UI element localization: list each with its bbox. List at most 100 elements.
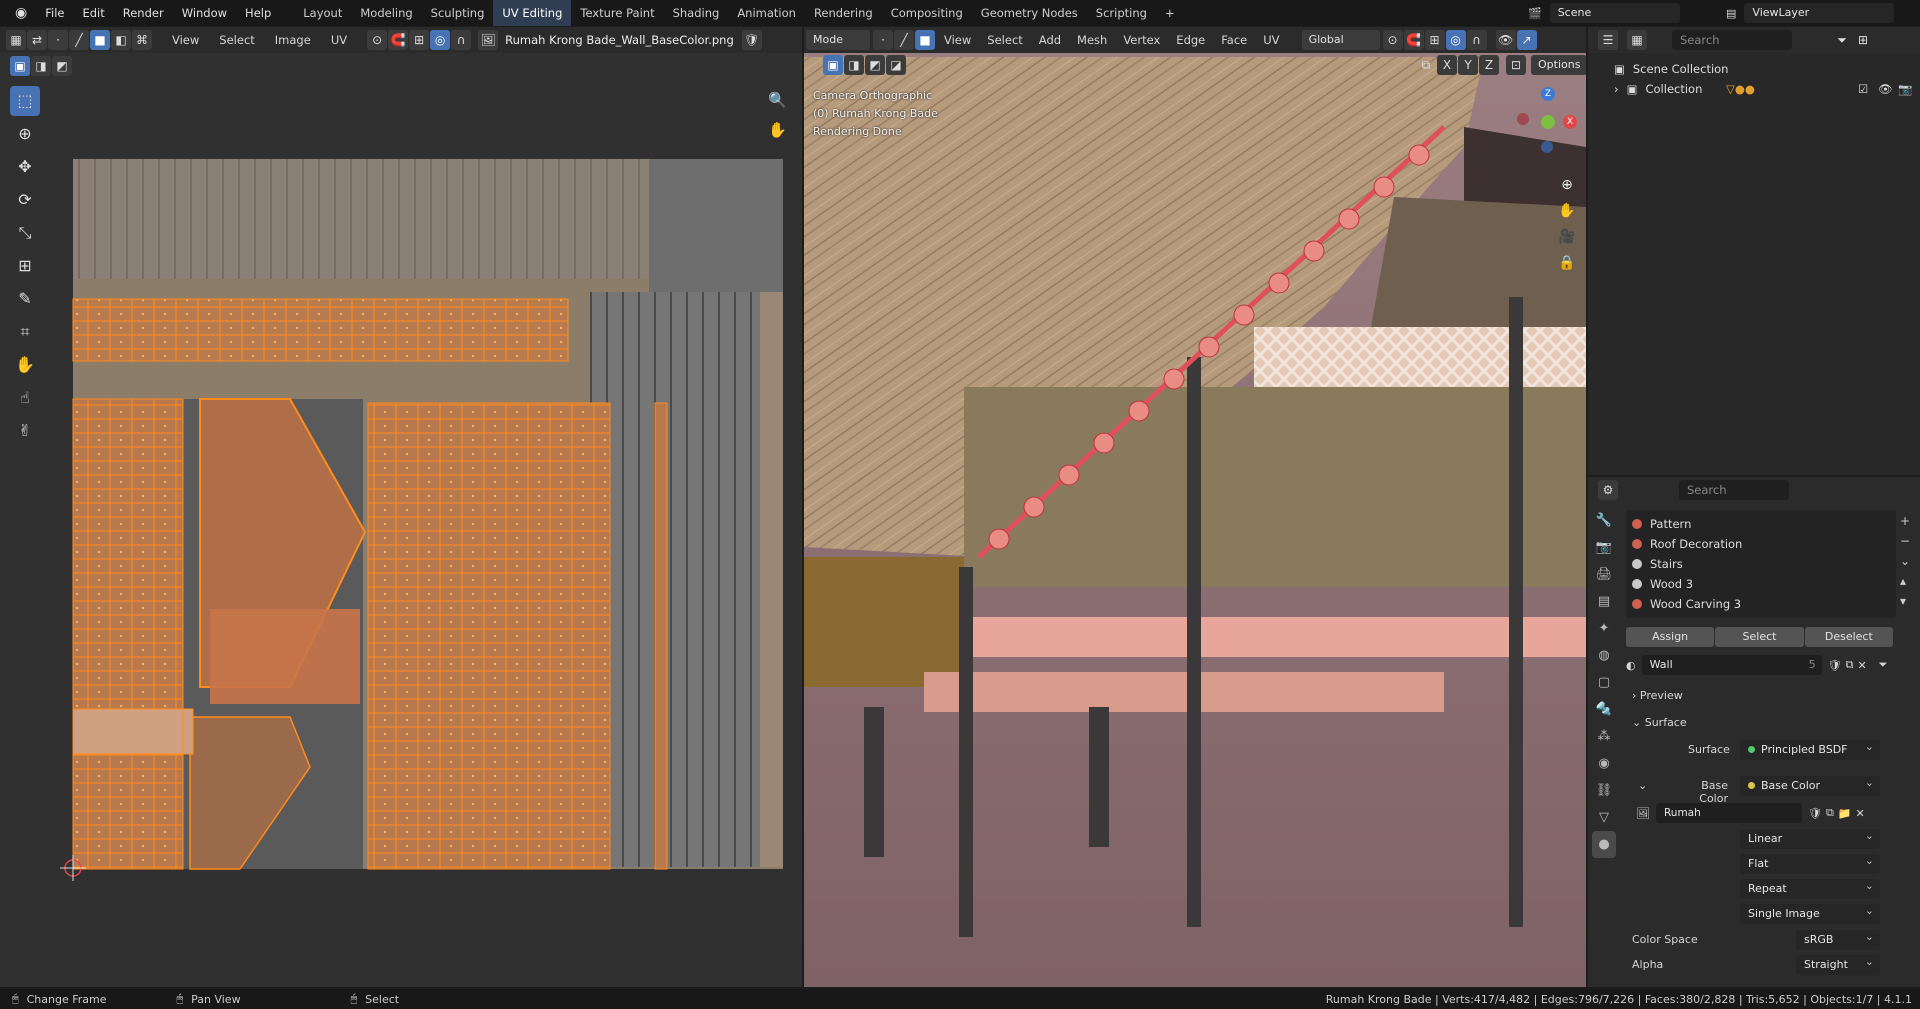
- uv-canvas[interactable]: [0, 27, 802, 987]
- mesh-options-icon[interactable]: ⊡: [1506, 55, 1526, 75]
- vp-menu-mesh[interactable]: Mesh: [1069, 33, 1115, 47]
- vp-lock-icon[interactable]: 🔒: [1556, 250, 1578, 276]
- outliner-type-icon[interactable]: ☰: [1598, 30, 1618, 50]
- texture-duplicate-icon[interactable]: ⧉: [1826, 806, 1834, 820]
- vp-select-subtract-icon[interactable]: ◩: [865, 55, 885, 75]
- base-color-chevron-icon[interactable]: ⌄: [1638, 779, 1647, 792]
- tab-texture-paint[interactable]: Texture Paint: [571, 0, 663, 26]
- remove-slot-icon[interactable]: −: [1900, 531, 1910, 551]
- tab-compositing[interactable]: Compositing: [882, 0, 972, 26]
- texture-name-field[interactable]: Rumah Kron...BaseColor.png: [1655, 803, 1802, 823]
- tab-animation[interactable]: Animation: [728, 0, 805, 26]
- new-collection-icon[interactable]: ⊞: [1853, 30, 1873, 50]
- vp-proportional-icon[interactable]: ◎: [1445, 30, 1466, 50]
- display-mode-icon[interactable]: ▦: [1627, 30, 1647, 50]
- assign-button[interactable]: Assign: [1626, 627, 1715, 647]
- surface-shader-field[interactable]: Principled BSDF: [1740, 737, 1880, 760]
- material-unlink-icon[interactable]: ✕: [1857, 659, 1866, 672]
- tab-rendering[interactable]: Rendering: [805, 0, 882, 26]
- data-tab-icon[interactable]: ▽: [1592, 804, 1616, 831]
- slot-specials-icon[interactable]: ⌄: [1900, 551, 1910, 571]
- alpha-dropdown[interactable]: Straight: [1796, 952, 1880, 975]
- preview-panel-header[interactable]: › Preview: [1632, 689, 1683, 702]
- vp-snap-icon[interactable]: 🧲: [1403, 30, 1424, 50]
- base-color-field[interactable]: Base Color: [1740, 773, 1880, 796]
- vp-select-extend-icon[interactable]: ◨: [844, 55, 864, 75]
- gizmo-neg-x-icon[interactable]: [1517, 113, 1529, 125]
- gizmo-neg-z-icon[interactable]: [1541, 141, 1553, 153]
- interpolation-dropdown[interactable]: Linear: [1740, 826, 1880, 849]
- vp-menu-vertex[interactable]: Vertex: [1115, 33, 1168, 47]
- material-slot-list[interactable]: Pattern Roof Decoration Stairs Wood 3 Wo…: [1626, 510, 1896, 618]
- vp-falloff-icon[interactable]: ∩: [1466, 30, 1487, 50]
- render-tab-icon[interactable]: 📷: [1592, 534, 1616, 561]
- view-layer-selector[interactable]: ▤ ViewLayer: [1726, 3, 1895, 23]
- image-browse-icon[interactable]: 🖼: [1636, 807, 1650, 820]
- material-slot-stairs[interactable]: Stairs: [1626, 554, 1896, 574]
- texture-fake-user-icon[interactable]: 🛡: [1808, 807, 1822, 820]
- menu-help[interactable]: Help: [236, 6, 280, 20]
- extension-dropdown[interactable]: Repeat: [1740, 876, 1880, 899]
- vp-menu-uv[interactable]: UV: [1255, 33, 1287, 47]
- source-dropdown[interactable]: Single Image: [1740, 901, 1880, 924]
- vp-menu-face[interactable]: Face: [1213, 33, 1255, 47]
- particles-tab-icon[interactable]: ⁂: [1592, 723, 1616, 750]
- outliner-scene-collection[interactable]: ▣ Scene Collection: [1588, 59, 1920, 79]
- tab-sculpting[interactable]: Sculpting: [422, 0, 494, 26]
- properties-type-icon[interactable]: ⚙: [1598, 480, 1618, 500]
- tab-layout[interactable]: Layout: [294, 0, 351, 26]
- vp-select-new-icon[interactable]: ▣: [823, 55, 843, 75]
- select-button[interactable]: Select: [1715, 627, 1804, 647]
- add-slot-icon[interactable]: +: [1900, 511, 1910, 531]
- material-slot-pattern[interactable]: Pattern: [1626, 514, 1896, 534]
- material-slot-roof-decoration[interactable]: Roof Decoration: [1626, 534, 1896, 554]
- add-workspace-button[interactable]: +: [1156, 0, 1184, 26]
- outliner-search[interactable]: Search: [1672, 30, 1792, 50]
- vp-snap-target-icon[interactable]: ⊞: [1424, 30, 1445, 50]
- scene-field[interactable]: Scene: [1549, 3, 1680, 23]
- vp-menu-view[interactable]: View: [936, 33, 979, 47]
- axis-x-button[interactable]: X: [1437, 55, 1457, 75]
- vp-menu-add[interactable]: Add: [1031, 33, 1069, 47]
- face-mode-icon[interactable]: ■: [915, 30, 935, 50]
- menu-window[interactable]: Window: [173, 6, 236, 20]
- texture-open-icon[interactable]: 📁: [1838, 807, 1852, 820]
- expand-chevron-icon[interactable]: ›: [1614, 82, 1619, 96]
- vp-zoom-icon[interactable]: ⊕: [1556, 172, 1578, 198]
- tab-uv-editing[interactable]: UV Editing: [493, 0, 572, 26]
- move-slot-up-icon[interactable]: ▴: [1900, 571, 1910, 591]
- object-tab-icon[interactable]: ▢: [1592, 669, 1616, 696]
- blender-logo-icon[interactable]: ◉: [6, 5, 36, 21]
- material-slot-wood-3[interactable]: Wood 3: [1626, 574, 1896, 594]
- collection-visibility-icon[interactable]: 👁: [1878, 82, 1893, 96]
- gizmo-toggle-icon[interactable]: ↗: [1516, 30, 1537, 50]
- material-filter-icon[interactable]: ⏷: [1879, 658, 1888, 672]
- move-slot-down-icon[interactable]: ▾: [1900, 591, 1910, 611]
- outliner-collection[interactable]: › ▣ Collection ▽●● ☑ 👁 📷: [1588, 79, 1920, 99]
- constraints-tab-icon[interactable]: ⛓: [1592, 777, 1616, 804]
- menu-file[interactable]: File: [36, 6, 73, 20]
- visibility-icon[interactable]: 👁: [1495, 30, 1516, 50]
- properties-search[interactable]: Search: [1679, 480, 1789, 500]
- physics-tab-icon[interactable]: ◉: [1592, 750, 1616, 777]
- material-slot-wood-carving-3[interactable]: Wood Carving 3: [1626, 594, 1896, 614]
- material-name-field[interactable]: Wall 5: [1641, 655, 1822, 675]
- edge-mode-icon[interactable]: ╱: [894, 30, 914, 50]
- menu-edit[interactable]: Edit: [73, 6, 113, 20]
- vp-menu-edge[interactable]: Edge: [1168, 33, 1213, 47]
- tool-tab-icon[interactable]: 🔧: [1592, 507, 1616, 534]
- collection-checkbox-icon[interactable]: ☑: [1858, 82, 1868, 96]
- vp-pan-icon[interactable]: ✋: [1556, 198, 1578, 224]
- surface-panel-header[interactable]: ⌄ Surface: [1632, 716, 1687, 729]
- tab-shading[interactable]: Shading: [664, 0, 729, 26]
- collection-render-icon[interactable]: 📷: [1898, 82, 1912, 96]
- mirror-icon[interactable]: ⧉: [1416, 55, 1436, 75]
- axis-y-button[interactable]: Y: [1458, 55, 1478, 75]
- orientation-dropdown[interactable]: Global: [1301, 30, 1380, 50]
- 3d-viewport[interactable]: Mode · ╱ ■ View Select Add Mesh Vertex E…: [804, 27, 1586, 987]
- filter-icon[interactable]: ⏷: [1832, 30, 1852, 50]
- mode-dropdown[interactable]: Mode: [806, 30, 870, 50]
- tab-modeling[interactable]: Modeling: [351, 0, 421, 26]
- scene-tab-icon[interactable]: ✦: [1592, 615, 1616, 642]
- gizmo-x-icon[interactable]: X: [1563, 115, 1577, 129]
